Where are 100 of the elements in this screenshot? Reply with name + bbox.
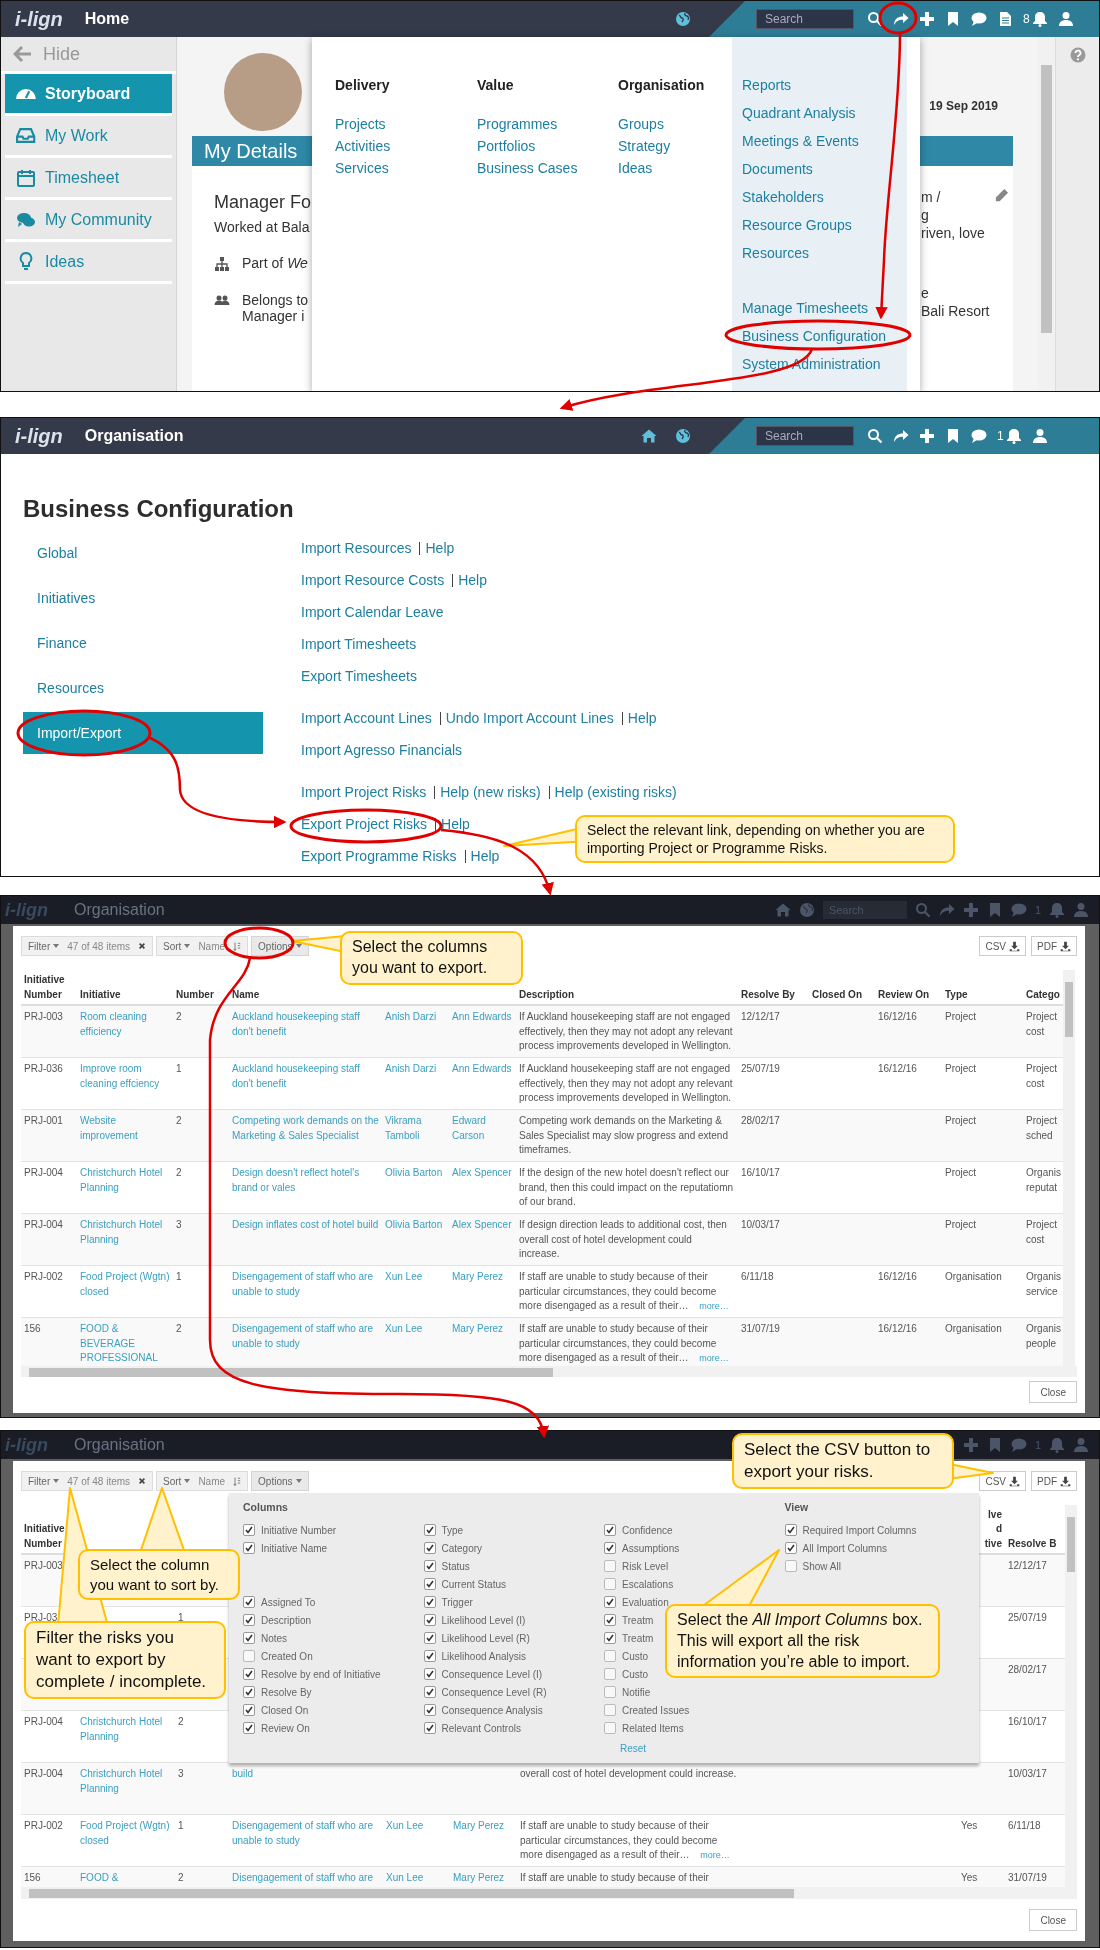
config-link[interactable]: Help <box>458 572 487 588</box>
checkbox[interactable] <box>604 1686 616 1698</box>
table-link[interactable]: Edward Carson <box>452 1114 513 1143</box>
settings-tab[interactable]: Finance <box>23 622 263 664</box>
filter-button[interactable]: Filter <box>28 937 60 955</box>
sidebar-item[interactable]: Ideas <box>5 242 172 284</box>
checkbox[interactable] <box>423 1722 436 1734</box>
table-link[interactable]: Olivia Barton <box>385 1166 446 1181</box>
speech-bubble-icon[interactable] <box>971 11 987 27</box>
search-field[interactable]: Search <box>756 426 854 446</box>
config-link[interactable]: Help <box>441 816 470 832</box>
checkbox[interactable] <box>604 1596 616 1608</box>
menu-item[interactable]: Business Configuration <box>742 322 907 350</box>
plus-icon[interactable] <box>919 428 935 444</box>
search-icon[interactable] <box>867 11 883 27</box>
clear-icon[interactable] <box>138 942 147 950</box>
home-icon[interactable] <box>641 428 657 444</box>
config-link[interactable]: Export Project Risks <box>301 816 428 832</box>
checkbox[interactable] <box>423 1542 436 1554</box>
horizontal-scrollbar[interactable] <box>21 1366 1077 1377</box>
menu-item[interactable]: Resource Groups <box>742 211 907 239</box>
sidebar-item[interactable]: Storyboard <box>5 74 172 116</box>
table-link[interactable]: Christchurch Hotel Planning <box>80 1166 170 1195</box>
search-field[interactable]: Search <box>756 9 854 29</box>
export-button[interactable]: CSV <box>979 936 1026 956</box>
checkbox[interactable] <box>243 1704 255 1716</box>
table-link[interactable]: Olivia Barton <box>385 1218 446 1233</box>
checkbox[interactable] <box>243 1596 255 1608</box>
table-link[interactable]: Disengagement of staff who are unable to study <box>232 1270 379 1299</box>
settings-tab[interactable]: Global <box>23 532 263 574</box>
horizontal-scrollbar[interactable] <box>21 1887 1077 1899</box>
checkbox[interactable] <box>243 1524 255 1536</box>
user-icon[interactable] <box>1031 428 1048 444</box>
table-link[interactable]: Christchurch Hotel Planning <box>80 1767 172 1796</box>
settings-tab[interactable]: Resources <box>23 667 263 709</box>
table-link[interactable]: Mary Perez <box>453 1871 514 1886</box>
menu-item[interactable]: Services <box>335 157 477 179</box>
bell-icon[interactable] <box>1005 428 1022 444</box>
table-link[interactable]: Anish Darzi <box>385 1010 446 1025</box>
table-link[interactable]: Auckland housekeeping staff don't benefit <box>232 1062 379 1091</box>
config-link[interactable]: Import Resource Costs <box>301 572 445 588</box>
vertical-scrollbar[interactable] <box>1063 970 1075 1366</box>
logo[interactable]: i-lign <box>15 424 63 448</box>
checkbox[interactable] <box>243 1668 255 1680</box>
checkbox[interactable] <box>423 1524 436 1536</box>
checkbox[interactable] <box>423 1596 436 1608</box>
more-link[interactable]: more… <box>699 1353 729 1363</box>
checkbox[interactable] <box>784 1524 797 1536</box>
checkbox[interactable] <box>423 1704 436 1716</box>
table-link[interactable]: Disengagement of staff who are unable to study <box>232 1322 379 1351</box>
checkbox[interactable] <box>604 1632 616 1644</box>
settings-tab[interactable]: Import/Export <box>23 712 263 754</box>
plus-icon[interactable] <box>919 11 935 27</box>
config-link[interactable]: Help <box>470 848 500 864</box>
checkbox[interactable] <box>243 1632 255 1644</box>
checkbox[interactable] <box>423 1632 436 1644</box>
checkbox[interactable] <box>604 1704 616 1716</box>
sort-button[interactable]: Sort <box>163 937 191 955</box>
sidebar-item[interactable]: My Community <box>5 200 172 242</box>
config-link[interactable]: Import Project Risks <box>301 784 427 800</box>
table-link[interactable]: Competing work demands on the Marketing & Sales Specialist <box>232 1114 379 1143</box>
sort-order-icon[interactable] <box>233 1475 242 1487</box>
speech-bubble-icon[interactable] <box>971 428 987 444</box>
checkbox[interactable] <box>243 1542 255 1554</box>
checkbox[interactable] <box>604 1560 616 1572</box>
checkbox[interactable] <box>423 1614 436 1626</box>
table-link[interactable]: Christchurch Hotel Planning <box>80 1218 170 1247</box>
menu-item[interactable]: Groups <box>618 113 732 135</box>
table-link[interactable]: Food Project (Wgtn) closed <box>80 1819 172 1848</box>
sidebar-item[interactable]: My Work <box>5 116 172 158</box>
table-link[interactable]: Design inflates cost of hotel build <box>232 1218 379 1233</box>
bookmark-icon[interactable] <box>945 11 961 27</box>
checkbox[interactable] <box>604 1614 616 1626</box>
checkbox[interactable] <box>423 1686 436 1698</box>
config-link[interactable]: Import Resources <box>301 540 412 556</box>
table-link[interactable]: FOOD & <box>80 1871 172 1886</box>
config-link[interactable]: Help (existing risks) <box>554 784 677 800</box>
export-button[interactable]: PDF <box>1031 936 1077 956</box>
table-link[interactable]: Anish Darzi <box>385 1062 446 1077</box>
close-button[interactable]: Close <box>1029 1909 1077 1931</box>
table-link[interactable]: Ann Edwards <box>452 1010 513 1025</box>
menu-item[interactable]: Portfolios <box>477 135 618 157</box>
config-link[interactable]: Import Agresso Financials <box>301 742 463 758</box>
table-link[interactable]: Ann Edwards <box>452 1062 513 1077</box>
menu-item[interactable]: Documents <box>742 155 907 183</box>
checkbox[interactable] <box>604 1668 616 1680</box>
table-link[interactable]: Disengagement of staff who are <box>232 1871 380 1886</box>
table-link[interactable]: Xun Lee <box>385 1270 446 1285</box>
checkbox[interactable] <box>784 1560 797 1572</box>
table-link[interactable]: FOOD & BEVERAGE PROFESSIONAL <box>80 1322 170 1366</box>
export-button[interactable]: PDF <box>1031 1471 1077 1491</box>
export-button[interactable]: CSV <box>979 1471 1026 1491</box>
checkbox[interactable] <box>423 1578 436 1590</box>
checkbox[interactable] <box>604 1542 616 1554</box>
table-link[interactable]: Xun Lee <box>385 1322 446 1337</box>
checkbox[interactable] <box>423 1560 436 1572</box>
globe-icon[interactable] <box>675 11 691 27</box>
sidebar-item[interactable]: Timesheet <box>5 158 172 200</box>
vertical-scrollbar[interactable] <box>1038 37 1055 391</box>
checkbox[interactable] <box>604 1578 616 1590</box>
